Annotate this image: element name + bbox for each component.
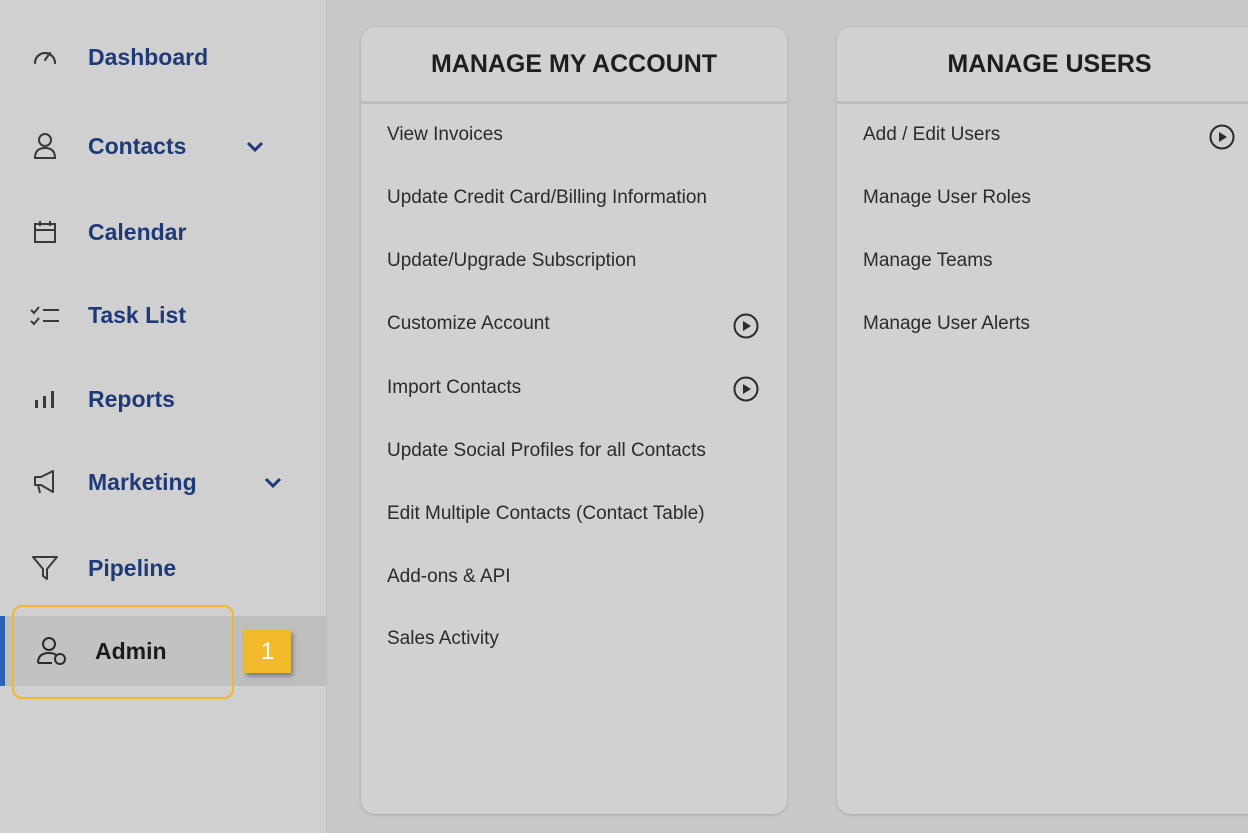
sidebar-item-label: Calendar — [88, 218, 187, 245]
bar-chart-icon — [30, 384, 60, 414]
sidebar-item-label: Pipeline — [88, 554, 177, 581]
sidebar-item-label: Contacts — [88, 132, 187, 159]
manage-users-card: MANAGE USERS Add / Edit Users Manage Use… — [837, 27, 1248, 814]
active-indicator — [0, 616, 5, 686]
link-upgrade-subscription[interactable]: Update/Upgrade Subscription — [387, 250, 636, 272]
person-icon — [30, 131, 60, 161]
card-title: MANAGE USERS — [837, 27, 1248, 104]
sidebar-item-label: Marketing — [88, 468, 197, 495]
checklist-icon — [30, 300, 60, 330]
link-update-social-profiles[interactable]: Update Social Profiles for all Contacts — [387, 440, 706, 462]
step-badge: 1 — [244, 630, 291, 673]
sidebar-item-dashboard[interactable]: Dashboard — [0, 22, 327, 92]
play-video-icon[interactable] — [1208, 123, 1236, 151]
sidebar-item-calendar[interactable]: Calendar — [0, 197, 327, 267]
sidebar-item-label: Dashboard — [88, 43, 209, 70]
sidebar: Dashboard Contacts Calendar Task List Re… — [0, 0, 327, 833]
link-edit-multiple-contacts[interactable]: Edit Multiple Contacts (Contact Table) — [387, 503, 705, 525]
play-video-icon[interactable] — [732, 312, 760, 340]
sidebar-item-task-list[interactable]: Task List — [0, 280, 327, 350]
callout-highlight — [12, 605, 234, 699]
link-update-billing[interactable]: Update Credit Card/Billing Information — [387, 187, 707, 209]
link-sales-activity[interactable]: Sales Activity — [387, 628, 499, 650]
sidebar-item-marketing[interactable]: Marketing — [0, 447, 327, 517]
link-view-invoices[interactable]: View Invoices — [387, 124, 503, 146]
link-manage-user-alerts[interactable]: Manage User Alerts — [863, 313, 1030, 335]
manage-account-card: MANAGE MY ACCOUNT View Invoices Update C… — [361, 27, 787, 814]
link-import-contacts[interactable]: Import Contacts — [387, 377, 521, 399]
chevron-down-icon[interactable] — [262, 471, 284, 493]
card-title: MANAGE MY ACCOUNT — [361, 27, 787, 104]
sidebar-item-reports[interactable]: Reports — [0, 364, 327, 434]
link-manage-teams[interactable]: Manage Teams — [863, 250, 993, 272]
play-video-icon[interactable] — [732, 375, 760, 403]
calendar-icon — [30, 217, 60, 247]
gauge-icon — [30, 42, 60, 72]
sidebar-item-contacts[interactable]: Contacts — [0, 111, 327, 181]
sidebar-item-label: Reports — [88, 385, 175, 412]
sidebar-item-pipeline[interactable]: Pipeline — [0, 533, 327, 603]
link-manage-user-roles[interactable]: Manage User Roles — [863, 187, 1031, 209]
funnel-icon — [30, 553, 60, 583]
chevron-down-icon[interactable] — [244, 135, 266, 157]
megaphone-icon — [30, 467, 60, 497]
link-add-edit-users[interactable]: Add / Edit Users — [863, 124, 1000, 146]
sidebar-item-label: Task List — [88, 301, 186, 328]
link-customize-account[interactable]: Customize Account — [387, 313, 550, 335]
link-addons-api[interactable]: Add-ons & API — [387, 566, 511, 588]
